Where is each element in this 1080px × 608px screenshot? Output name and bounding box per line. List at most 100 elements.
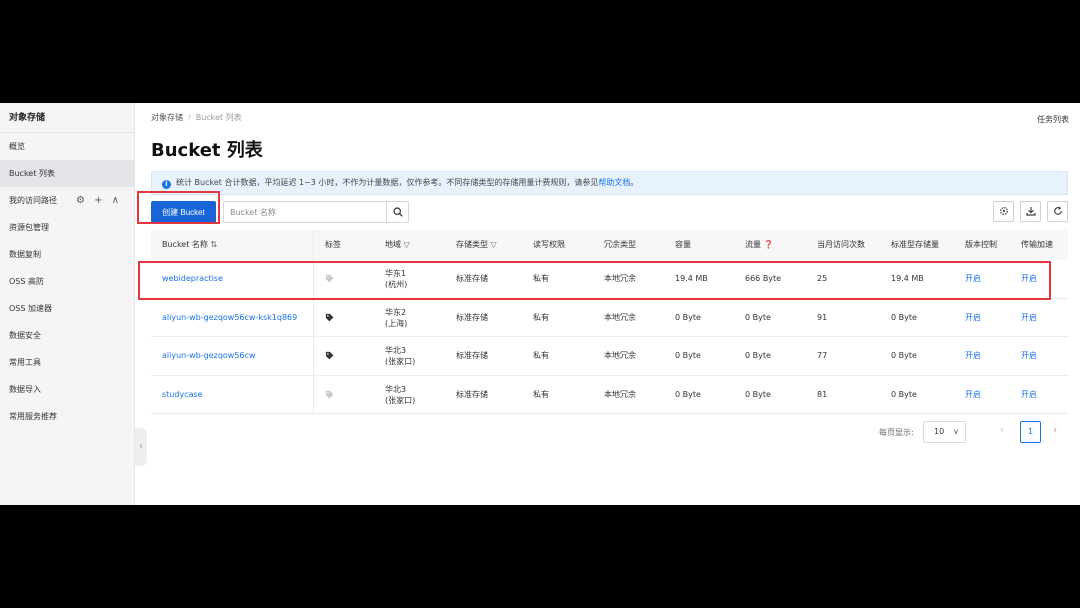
filter-icon[interactable]: ▽ <box>401 240 410 249</box>
tag-icon[interactable] <box>325 274 334 283</box>
sidebar-item-label: OSS 加速器 <box>9 304 52 313</box>
search-button[interactable] <box>386 202 408 222</box>
path-tools-icons[interactable]: ⚙ + ∧ <box>76 187 122 214</box>
table-row: studycase 标准存储 私有 本地冗余 0 Byte 0 Byte 81 0 Byte 开… <box>151 376 1068 414</box>
settings-button[interactable] <box>993 201 1014 222</box>
redundancy-cell: 本地冗余 <box>604 351 636 360</box>
sidebar-item-label: 数据复制 <box>9 250 41 259</box>
prev-page-icon[interactable]: ‹ <box>1000 425 1004 436</box>
tag-icon[interactable] <box>325 351 334 360</box>
sidebar-item[interactable]: 常用服务推荐 <box>0 403 134 430</box>
task-list-link[interactable]: 任务列表 <box>1037 114 1069 125</box>
breadcrumb-root[interactable]: 对象存储 <box>151 113 183 122</box>
sidebar-item-label: 概览 <box>9 142 25 151</box>
sidebar-item[interactable]: Bucket 列表 <box>0 160 134 187</box>
sidebar-item-label: 数据安全 <box>9 331 41 340</box>
standard-storage-cell: 0 Byte <box>891 351 917 360</box>
bucket-search-input[interactable] <box>224 202 386 222</box>
versioning-link[interactable]: 开启 <box>965 376 981 414</box>
versioning-link[interactable]: 开启 <box>965 260 981 298</box>
column-header-label: 地域 <box>385 240 401 249</box>
help-icon[interactable]: ❓ <box>761 240 774 249</box>
sidebar-item[interactable]: 数据复制 <box>0 241 134 268</box>
sidebar-item[interactable]: 资源包管理 <box>0 214 134 241</box>
app-frame: 对象存储 概览 Bucket 列表 我的访问路径 ⚙ + ∧ 资源包管理数据复制 OSS … <box>0 103 1080 505</box>
acceleration-link[interactable]: 开启 <box>1021 299 1037 337</box>
storage-type-cell: 标准存储 <box>456 351 488 360</box>
sidebar-item-label: 数据导入 <box>9 385 41 394</box>
column-header-label: 标准型存储量 <box>891 240 939 249</box>
sidebar-item[interactable]: 数据导入 <box>0 376 134 403</box>
column-header[interactable]: 存储类型 ▽ <box>456 230 497 260</box>
page-number-button[interactable]: 1 <box>1020 421 1041 443</box>
region-cell: 华北3 (张家口) <box>385 384 415 406</box>
notice-text: 统计 Bucket 合计数据，平均延迟 1~3 小时，不作为计量数据，仅作参考。… <box>176 178 599 187</box>
breadcrumb: 对象存储 / Bucket 列表 <box>151 112 242 123</box>
download-icon <box>1025 207 1036 216</box>
filter-icon[interactable]: ▽ <box>488 240 497 249</box>
versioning-link[interactable]: 开启 <box>965 337 981 375</box>
capacity-cell: 0 Byte <box>675 312 701 322</box>
standard-storage-cell: 19.4 MB <box>891 274 924 283</box>
sidebar-item[interactable]: 数据安全 <box>0 322 134 349</box>
bucket-name-link[interactable]: aliyun-wb-gezqow56cw-ksk1q869 <box>162 299 297 337</box>
table-row: aliyun-wb-gezqow56cw 标准存储 私有 本地冗余 0 Byte 0 By… <box>151 337 1068 376</box>
sidebar-item-label: 资源包管理 <box>9 223 49 232</box>
sidebar-collapse-handle[interactable]: ‹ <box>135 428 147 466</box>
traffic-cell: 0 Byte <box>745 312 771 322</box>
acl-cell: 私有 <box>533 274 549 283</box>
notice-banner: i 统计 Bucket 合计数据，平均延迟 1~3 小时，不作为计量数据，仅作参考… <box>151 171 1068 195</box>
download-button[interactable] <box>1020 201 1041 222</box>
acceleration-link[interactable]: 开启 <box>1021 260 1037 298</box>
column-header-label: Bucket 名称 <box>162 240 208 249</box>
table-header: Bucket 名称 ⇅ 标签 地域 ▽ 存储类型 ▽ 读写权限 冗余类型 容量 流量 ❓ 当月访… <box>151 230 1068 260</box>
sidebar-item[interactable]: 我的访问路径 ⚙ + ∧ <box>0 187 134 214</box>
bucket-name-link[interactable]: webidepractise <box>162 260 223 298</box>
versioning-link[interactable]: 开启 <box>965 299 981 337</box>
toolbar: 创建 Bucket <box>151 201 1068 225</box>
column-header[interactable]: Bucket 名称 ⇅ <box>162 230 217 260</box>
page-size-label: 每页显示: <box>879 428 914 437</box>
next-page-icon[interactable]: › <box>1053 425 1057 436</box>
bucket-name-link[interactable]: studycase <box>162 376 203 414</box>
redundancy-cell: 本地冗余 <box>604 274 636 283</box>
gear-icon <box>999 207 1008 215</box>
bucket-name-link[interactable]: aliyun-wb-gezqow56cw <box>162 337 255 375</box>
sort-icon[interactable]: ⇅ <box>208 240 217 249</box>
region-name: 华北3 <box>385 346 407 355</box>
search-box <box>223 201 409 223</box>
create-bucket-button[interactable]: 创建 Bucket <box>151 201 216 223</box>
sidebar-item-label: 常用工具 <box>9 358 41 367</box>
help-doc-link[interactable]: 帮助文档 <box>598 178 630 187</box>
acceleration-link[interactable]: 开启 <box>1021 337 1037 375</box>
acceleration-link[interactable]: 开启 <box>1021 376 1037 414</box>
sidebar-item[interactable]: OSS 高防 <box>0 268 134 295</box>
sidebar-item[interactable]: OSS 加速器 <box>0 295 134 322</box>
column-divider <box>313 230 314 414</box>
region-cell: 华东1 (杭州) <box>385 268 407 290</box>
visits-cell: 77 <box>817 351 828 360</box>
sidebar-title: 对象存储 <box>0 103 134 133</box>
page-size-select[interactable]: 10 ∨ <box>923 421 966 443</box>
column-header: 标准型存储量 <box>891 230 939 260</box>
column-header-label: 版本控制 <box>965 240 997 249</box>
refresh-button[interactable] <box>1047 201 1068 222</box>
acl-cell: 私有 <box>533 351 549 360</box>
column-header[interactable]: 地域 ▽ <box>385 230 410 260</box>
sidebar-item[interactable]: 概览 <box>0 133 134 160</box>
page-size-value: 10 <box>934 427 945 436</box>
notice-suffix: 。 <box>630 178 639 187</box>
refresh-icon <box>1053 206 1062 215</box>
main-content: 对象存储 / Bucket 列表 任务列表 Bucket 列表 i 统计 Bucket… <box>151 103 1080 505</box>
sidebar-item[interactable]: 常用工具 <box>0 349 134 376</box>
region-city: (张家口) <box>385 357 416 366</box>
table-row: aliyun-wb-gezqow56cw-ksk1q869 标准存储 私有 本地冗余 0… <box>151 299 1068 337</box>
tag-icon[interactable] <box>325 390 334 399</box>
column-header: 标签 <box>325 230 341 260</box>
tag-icon[interactable] <box>325 313 334 322</box>
column-header-label: 传输加速 <box>1021 240 1053 249</box>
column-header: 传输加速 <box>1021 230 1053 260</box>
visits-cell: 25 <box>817 274 828 283</box>
region-city: (张家口) <box>385 395 416 405</box>
region-city: (杭州) <box>385 280 408 289</box>
